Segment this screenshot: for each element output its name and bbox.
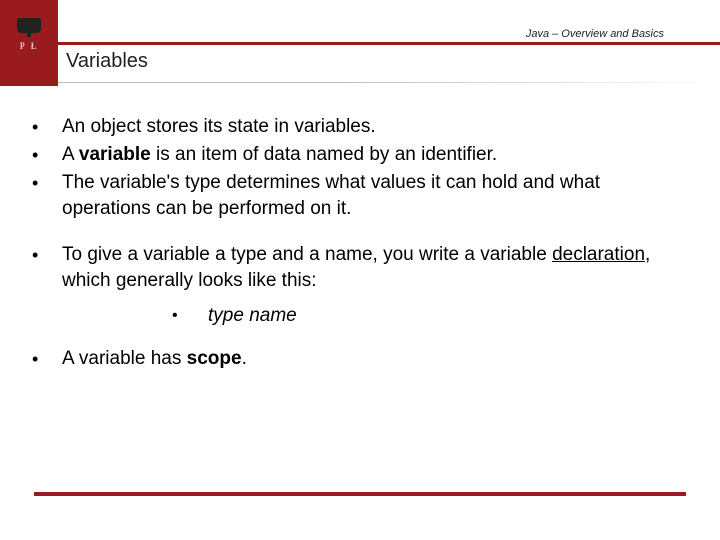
sub-bullet-text: type name (200, 304, 297, 328)
bullet-icon: • (172, 304, 200, 328)
bullet-text: A variable is an item of data named by a… (58, 142, 680, 168)
title-underline (58, 82, 720, 83)
list-item: • The variable's type determines what va… (30, 170, 680, 222)
page-title: Variables (66, 50, 148, 73)
logo: P Ł (0, 0, 58, 86)
bullet-text: To give a variable a type and a name, yo… (58, 242, 680, 294)
list-item: • To give a variable a type and a name, … (30, 242, 680, 294)
bullet-text: An object stores its state in variables. (58, 114, 680, 140)
bullet-text: A variable has scope. (58, 346, 680, 372)
list-item: • A variable has scope. (30, 346, 680, 372)
header-region: Java – Overview and Basics P Ł Variables (0, 0, 720, 86)
sub-list-item: • type name (172, 304, 680, 328)
bullet-icon: • (30, 170, 58, 196)
list-item: • A variable is an item of data named by… (30, 142, 680, 168)
list-item: • An object stores its state in variable… (30, 114, 680, 140)
bullet-icon: • (30, 114, 58, 140)
logo-shield-icon (17, 18, 41, 33)
bullet-icon: • (30, 346, 58, 372)
bullet-group-1: • An object stores its state in variable… (30, 114, 680, 222)
bullet-icon: • (30, 242, 58, 268)
breadcrumb: Java – Overview and Basics (526, 28, 664, 40)
bullet-text: The variable's type determines what valu… (58, 170, 680, 222)
bullet-group-2: • To give a variable a type and a name, … (30, 242, 680, 372)
footer-divider (34, 492, 686, 496)
bullet-icon: • (30, 142, 58, 168)
header-divider (0, 42, 720, 45)
content-area: • An object stores its state in variable… (0, 86, 720, 372)
logo-letters: P Ł (20, 41, 38, 51)
